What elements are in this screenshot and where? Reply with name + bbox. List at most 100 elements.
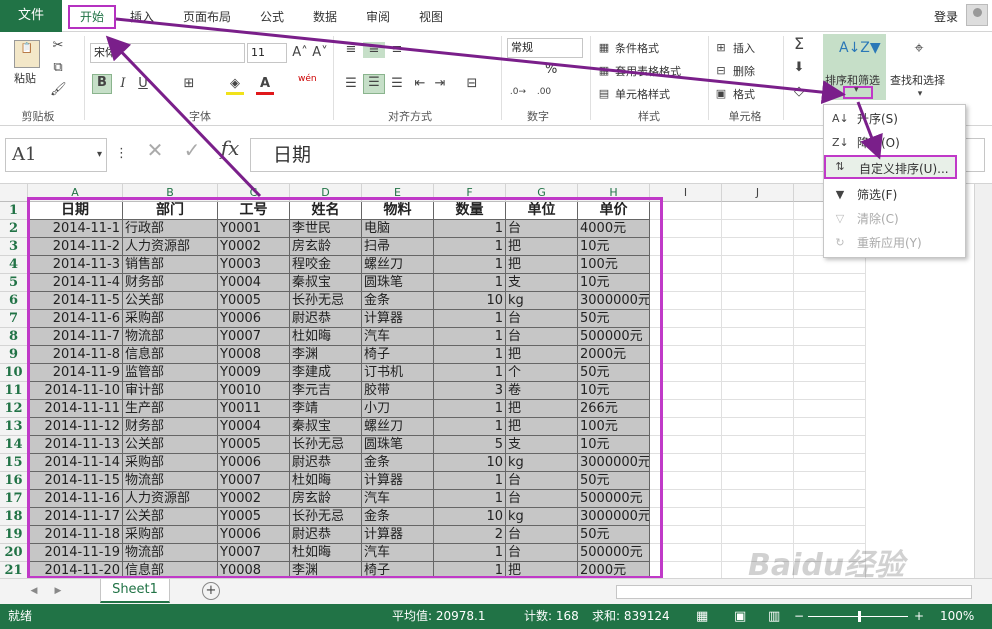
- increase-font-icon[interactable]: A˄: [292, 45, 308, 61]
- table-cell[interactable]: 4000元: [578, 220, 650, 238]
- empty-cell[interactable]: [650, 472, 722, 490]
- empty-cell[interactable]: [650, 436, 722, 454]
- column-header[interactable]: H: [578, 184, 650, 202]
- empty-cell[interactable]: [650, 508, 722, 526]
- table-cell[interactable]: Y0007: [218, 328, 290, 346]
- empty-cell[interactable]: [722, 238, 794, 256]
- table-cell[interactable]: 长孙无忌: [290, 292, 362, 310]
- table-cell[interactable]: 卷: [506, 382, 578, 400]
- table-cell[interactable]: 财务部: [123, 418, 218, 436]
- table-cell[interactable]: 房玄龄: [290, 490, 362, 508]
- merge-center-icon[interactable]: ⊟: [460, 76, 484, 92]
- row-header[interactable]: 20: [0, 544, 28, 562]
- user-avatar-icon[interactable]: [966, 4, 988, 26]
- empty-cell[interactable]: [722, 202, 794, 220]
- table-cell[interactable]: 行政部: [123, 220, 218, 238]
- align-left-icon[interactable]: ☰: [343, 76, 359, 92]
- table-cell[interactable]: Y0008: [218, 346, 290, 364]
- zoom-out-icon[interactable]: −: [794, 604, 804, 629]
- table-cell[interactable]: 2014-11-3: [28, 256, 123, 274]
- table-cell[interactable]: 1: [434, 364, 506, 382]
- table-cell[interactable]: 10: [434, 292, 506, 310]
- format-as-table-button[interactable]: 套用表格格式: [615, 63, 681, 79]
- indent-icon[interactable]: ⇤: [412, 76, 428, 92]
- empty-cell[interactable]: [794, 454, 866, 472]
- table-cell[interactable]: 1: [434, 544, 506, 562]
- copy-icon[interactable]: ⧉: [50, 60, 66, 76]
- empty-cell[interactable]: [650, 562, 722, 578]
- table-cell[interactable]: 审计部: [123, 382, 218, 400]
- empty-cell[interactable]: [722, 490, 794, 508]
- table-cell[interactable]: 订书机: [362, 364, 434, 382]
- binoculars-icon[interactable]: ⌖: [906, 40, 932, 56]
- empty-cell[interactable]: [794, 436, 866, 454]
- decrease-decimal-icon[interactable]: .00: [533, 84, 555, 100]
- row-header[interactable]: 2: [0, 220, 28, 238]
- table-cell[interactable]: 10元: [578, 382, 650, 400]
- table-cell[interactable]: 台: [506, 472, 578, 490]
- tab-formulas[interactable]: 公式: [260, 6, 284, 28]
- empty-cell[interactable]: [722, 418, 794, 436]
- select-all-corner[interactable]: [0, 184, 28, 202]
- table-cell[interactable]: 电脑: [362, 220, 434, 238]
- table-cell[interactable]: 2014-11-16: [28, 490, 123, 508]
- table-cell[interactable]: 1: [434, 472, 506, 490]
- table-cell[interactable]: Y0006: [218, 454, 290, 472]
- empty-cell[interactable]: [650, 490, 722, 508]
- table-cell[interactable]: 2014-11-4: [28, 274, 123, 292]
- align-right-icon[interactable]: ☰: [389, 76, 405, 92]
- table-cell[interactable]: Y0008: [218, 562, 290, 578]
- row-header[interactable]: 16: [0, 472, 28, 490]
- table-cell[interactable]: Y0005: [218, 436, 290, 454]
- table-cell[interactable]: 把: [506, 346, 578, 364]
- empty-cell[interactable]: [722, 220, 794, 238]
- clear-icon[interactable]: ◇: [790, 84, 808, 100]
- page-break-view-icon[interactable]: ▥: [768, 604, 780, 629]
- cancel-icon[interactable]: ✕: [145, 140, 165, 160]
- table-cell[interactable]: 椅子: [362, 562, 434, 578]
- tab-data[interactable]: 数据: [313, 6, 337, 28]
- table-cell[interactable]: 10元: [578, 238, 650, 256]
- underline-icon[interactable]: U: [136, 76, 150, 92]
- paste-icon[interactable]: 📋: [14, 40, 40, 68]
- table-header-cell[interactable]: 日期: [28, 202, 123, 220]
- table-cell[interactable]: 程咬金: [290, 256, 362, 274]
- empty-cell[interactable]: [650, 544, 722, 562]
- table-cell[interactable]: 3000000元: [578, 454, 650, 472]
- table-cell[interactable]: 2014-11-20: [28, 562, 123, 578]
- menu-item-sort-descending[interactable]: Z↓ 降序(O): [824, 131, 965, 155]
- table-header-cell[interactable]: 单位: [506, 202, 578, 220]
- table-cell[interactable]: 台: [506, 310, 578, 328]
- table-cell[interactable]: 人力资源部: [123, 490, 218, 508]
- table-cell[interactable]: 3000000元: [578, 292, 650, 310]
- empty-cell[interactable]: [650, 526, 722, 544]
- table-cell[interactable]: 公关部: [123, 436, 218, 454]
- format-cells-button[interactable]: 格式: [733, 86, 755, 102]
- empty-cell[interactable]: [794, 328, 866, 346]
- table-cell[interactable]: 李元吉: [290, 382, 362, 400]
- row-header[interactable]: 17: [0, 490, 28, 508]
- table-cell[interactable]: 10: [434, 454, 506, 472]
- empty-cell[interactable]: [794, 508, 866, 526]
- table-cell[interactable]: 2014-11-6: [28, 310, 123, 328]
- table-cell[interactable]: 汽车: [362, 544, 434, 562]
- table-cell[interactable]: 尉迟恭: [290, 526, 362, 544]
- table-cell[interactable]: 长孙无忌: [290, 508, 362, 526]
- tab-view[interactable]: 视图: [419, 6, 443, 28]
- table-cell[interactable]: 1: [434, 310, 506, 328]
- table-cell[interactable]: 1: [434, 238, 506, 256]
- conditional-format-button[interactable]: 条件格式: [615, 40, 659, 56]
- table-cell[interactable]: Y0007: [218, 544, 290, 562]
- table-cell[interactable]: 10元: [578, 274, 650, 292]
- empty-cell[interactable]: [722, 436, 794, 454]
- chevron-down-icon[interactable]: ▾: [914, 86, 926, 102]
- empty-cell[interactable]: [722, 346, 794, 364]
- table-header-cell[interactable]: 姓名: [290, 202, 362, 220]
- table-cell[interactable]: Y0004: [218, 418, 290, 436]
- table-cell[interactable]: 汽车: [362, 328, 434, 346]
- align-top-icon[interactable]: ≡: [343, 42, 359, 58]
- table-cell[interactable]: 秦叔宝: [290, 418, 362, 436]
- table-cell[interactable]: 杜如晦: [290, 328, 362, 346]
- empty-cell[interactable]: [650, 274, 722, 292]
- row-header[interactable]: 9: [0, 346, 28, 364]
